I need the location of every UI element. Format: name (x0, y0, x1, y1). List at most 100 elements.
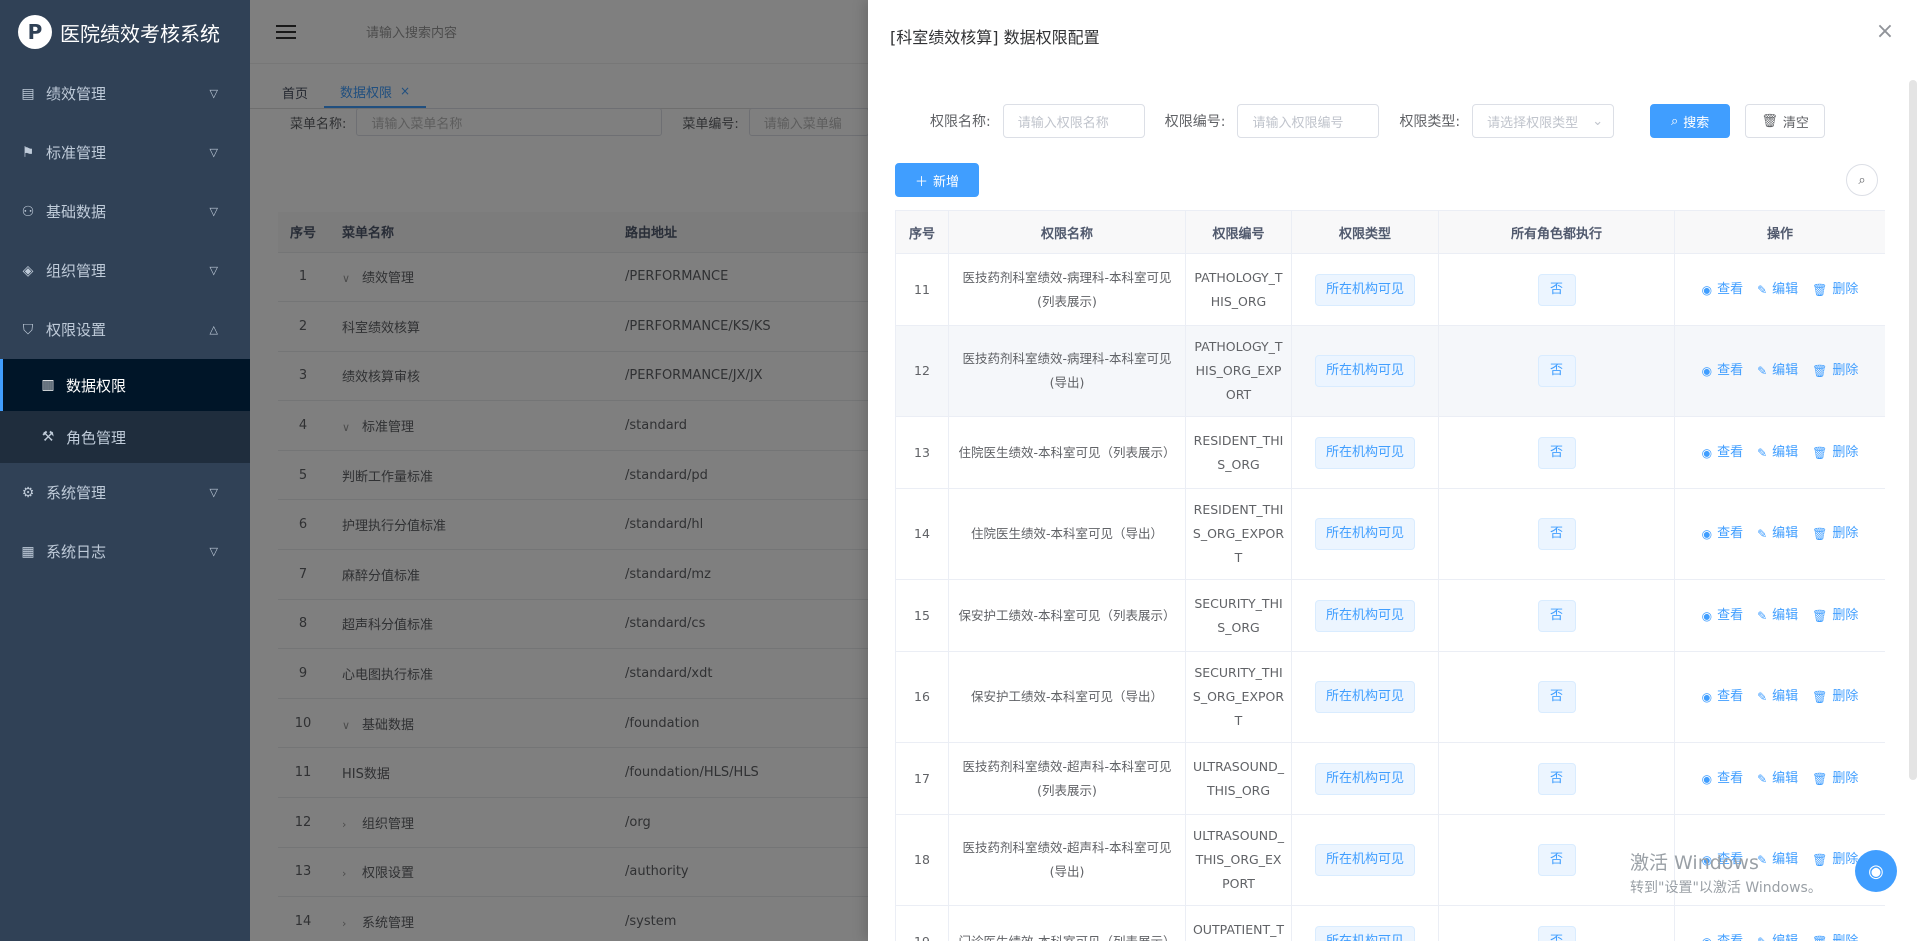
type-tag: 所在机构可见 (1314, 273, 1415, 306)
permission-name-input[interactable]: 请输入权限名称 (1002, 104, 1145, 138)
type-tag: 所在机构可见 (1314, 436, 1415, 469)
col-index: 序号 (895, 210, 949, 254)
table-row[interactable]: 11 医技药剂科室绩效-病理科-本科室可见(列表展示) PATHOLOGY_THIS… (895, 253, 1885, 326)
sidebar-item-label: 基础数据 (46, 203, 107, 221)
delete-button[interactable]: 🗑 删除 (1812, 930, 1858, 941)
cell-ops: ◉ 查看 ✎ 编辑 🗑 删除 (1674, 579, 1885, 652)
table-row[interactable]: 15 保安护工绩效-本科室可见（列表展示） SECURITY_THIS_ORG 所在机… (895, 579, 1885, 652)
sidebar-subitem-role-management[interactable]: ⚒ 角色管理 (0, 411, 250, 463)
edit-button[interactable]: ✎ 编辑 (1757, 930, 1798, 941)
sidebar-item-standard[interactable]: ⚑ 标准管理 ▽ (0, 123, 250, 182)
chevron-up-icon: △ (209, 323, 218, 336)
camera-icon[interactable]: ◉ (1855, 850, 1897, 892)
chevron-down-icon: ▽ (209, 205, 218, 218)
cell-all-roles: 否 (1438, 325, 1675, 417)
col-code: 权限编号 (1185, 210, 1292, 254)
view-button[interactable]: ◉ 查看 (1702, 359, 1744, 383)
watermark-line1: 激活 Windows (1630, 852, 1759, 874)
cell-permission-name: 门诊医生绩效-本科室可见（列表展示） (948, 905, 1186, 941)
user-icon: ⚇ (21, 203, 35, 220)
table-row[interactable]: 19门诊医生绩效-本科室可见（列表展示）OUTPATIENT_THIS_ORG 所… (895, 905, 1885, 941)
delete-label: 删除 (1832, 363, 1859, 378)
view-label: 查看 (1717, 770, 1744, 786)
drawer-scrollbar[interactable] (1909, 80, 1917, 780)
cell-permission-name: 医技药剂科室绩效-病理科-本科室可见(导出) (948, 325, 1186, 417)
tag-icon: ◈ (22, 262, 34, 279)
edit-label: 编辑 (1772, 363, 1799, 378)
delete-label: 删除 (1832, 770, 1859, 786)
view-button[interactable]: ◉ 查看 (1702, 604, 1744, 628)
delete-button[interactable]: 🗑 删除 (1812, 604, 1858, 628)
view-button[interactable]: ◉ 查看 (1702, 522, 1744, 546)
search-button[interactable]: ⌕ 搜索 (1650, 104, 1731, 138)
cell-ops: ◉ 查看 ✎ 编辑 🗑 删除 (1674, 742, 1885, 815)
permission-type-placeholder: 请选择权限类型 (1487, 115, 1579, 131)
edit-button[interactable]: ✎ 编辑 (1757, 767, 1798, 791)
table-row[interactable]: 14 住院医生绩效-本科室可见（导出） RESIDENT_THIS_ORG_EXPO… (895, 488, 1885, 580)
table-row[interactable]: 16 保安护工绩效-本科室可见（导出） SECURITY_THIS_ORG_EXPO… (895, 651, 1885, 743)
app-logo[interactable]: P 医院绩效考核系统 (0, 0, 250, 64)
chevron-down-icon: ▽ (209, 87, 218, 100)
edit-button[interactable]: ✎ 编辑 (1757, 522, 1798, 546)
edit-icon: ✎ (1757, 527, 1768, 541)
edit-label: 编辑 (1772, 933, 1799, 941)
close-icon[interactable]: × (1875, 21, 1895, 43)
table-row[interactable]: 12 医技药剂科室绩效-病理科-本科室可见(导出) PATHOLOGY_THIS_O… (895, 325, 1885, 417)
edit-icon: ✎ (1757, 930, 1767, 941)
cell-all-roles: 否 (1438, 905, 1675, 941)
trash-icon: 🗑 (1812, 527, 1828, 541)
view-button[interactable]: ◉ 查看 (1702, 767, 1744, 791)
app-title: 医院绩效考核系统 (60, 21, 220, 46)
table-row[interactable]: 17 医技药剂科室绩效-超声科-本科室可见(列表展示) ULTRASOUND_THI… (895, 742, 1885, 815)
clear-button[interactable]: 🗑 清空 (1745, 104, 1826, 138)
delete-button[interactable]: 🗑 删除 (1812, 441, 1858, 465)
windows-activation-watermark: 激活 Windows 转到"设置"以激活 Windows。 (1630, 848, 1822, 897)
trash-icon: 🗑 (1812, 445, 1828, 460)
cell-permission-name: 保安护工绩效-本科室可见（列表展示） (948, 579, 1186, 652)
edit-button[interactable]: ✎ 编辑 (1757, 359, 1798, 383)
cell-permission-type: 所在机构可见 (1291, 325, 1439, 417)
view-label: 查看 (1717, 526, 1744, 541)
add-button[interactable]: ＋ 新增 (895, 163, 979, 197)
cell-all-roles: 否 (1438, 579, 1675, 652)
eye-icon: ◉ (1701, 445, 1713, 460)
toggle-search-button[interactable]: ⌕ (1846, 164, 1878, 196)
edit-button[interactable]: ✎ 编辑 (1757, 685, 1798, 709)
data-permission-drawer: [科室绩效核算] 数据权限配置 × 权限名称: 请输入权限名称 权限编号: 请输… (868, 0, 1917, 941)
gear-icon: ⚙ (21, 484, 35, 501)
sidebar-item-org[interactable]: ◈ 组织管理 ▽ (0, 241, 250, 300)
edit-icon: ✎ (1757, 608, 1768, 623)
trash-icon: 🗑 (1812, 282, 1828, 297)
view-button[interactable]: ◉ 查看 (1702, 930, 1744, 941)
chart-icon: ▥ (41, 377, 55, 393)
permission-code-input[interactable]: 请输入权限编号 (1237, 104, 1380, 138)
eye-icon: ◉ (1701, 364, 1713, 378)
view-button[interactable]: ◉ 查看 (1702, 278, 1744, 302)
delete-button[interactable]: 🗑 删除 (1812, 359, 1858, 383)
gavel-icon: ⚒ (41, 429, 55, 445)
delete-button[interactable]: 🗑 删除 (1812, 278, 1858, 302)
view-button[interactable]: ◉ 查看 (1702, 685, 1744, 709)
delete-button[interactable]: 🗑 删除 (1812, 522, 1858, 546)
sidebar-item-foundation[interactable]: ⚇ 基础数据 ▽ (0, 182, 250, 241)
delete-label: 删除 (1832, 933, 1859, 941)
sidebar-item-label: 权限设置 (46, 321, 107, 339)
cell-index: 19 (895, 905, 949, 941)
sidebar-item-performance[interactable]: ▤ 绩效管理 ▽ (0, 64, 250, 123)
table-row[interactable]: 13 住院医生绩效-本科室可见（列表展示） RESIDENT_THIS_ORG 所在机… (895, 416, 1885, 489)
delete-button[interactable]: 🗑 删除 (1812, 685, 1858, 709)
sidebar-item-log[interactable]: ▦ 系统日志 ▽ (0, 522, 250, 581)
edit-button[interactable]: ✎ 编辑 (1757, 278, 1798, 302)
eye-icon: ◉ (1701, 771, 1713, 786)
delete-button[interactable]: 🗑 删除 (1812, 767, 1858, 791)
cell-all-roles: 否 (1438, 742, 1675, 815)
permission-type-select[interactable]: 请选择权限类型 ⌄ (1472, 104, 1615, 138)
sidebar-item-authority[interactable]: ⛉ 权限设置 △ (0, 300, 250, 359)
sidebar-subitem-data-permission[interactable]: ▥ 数据权限 (0, 359, 250, 411)
edit-button[interactable]: ✎ 编辑 (1757, 441, 1798, 465)
edit-button[interactable]: ✎ 编辑 (1757, 604, 1798, 628)
sidebar-item-system[interactable]: ⚙ 系统管理 ▽ (0, 463, 250, 522)
cell-ops: ◉ 查看 ✎ 编辑 🗑 删除 (1674, 488, 1885, 580)
view-button[interactable]: ◉ 查看 (1702, 441, 1744, 465)
document-icon: ▤ (21, 85, 35, 102)
